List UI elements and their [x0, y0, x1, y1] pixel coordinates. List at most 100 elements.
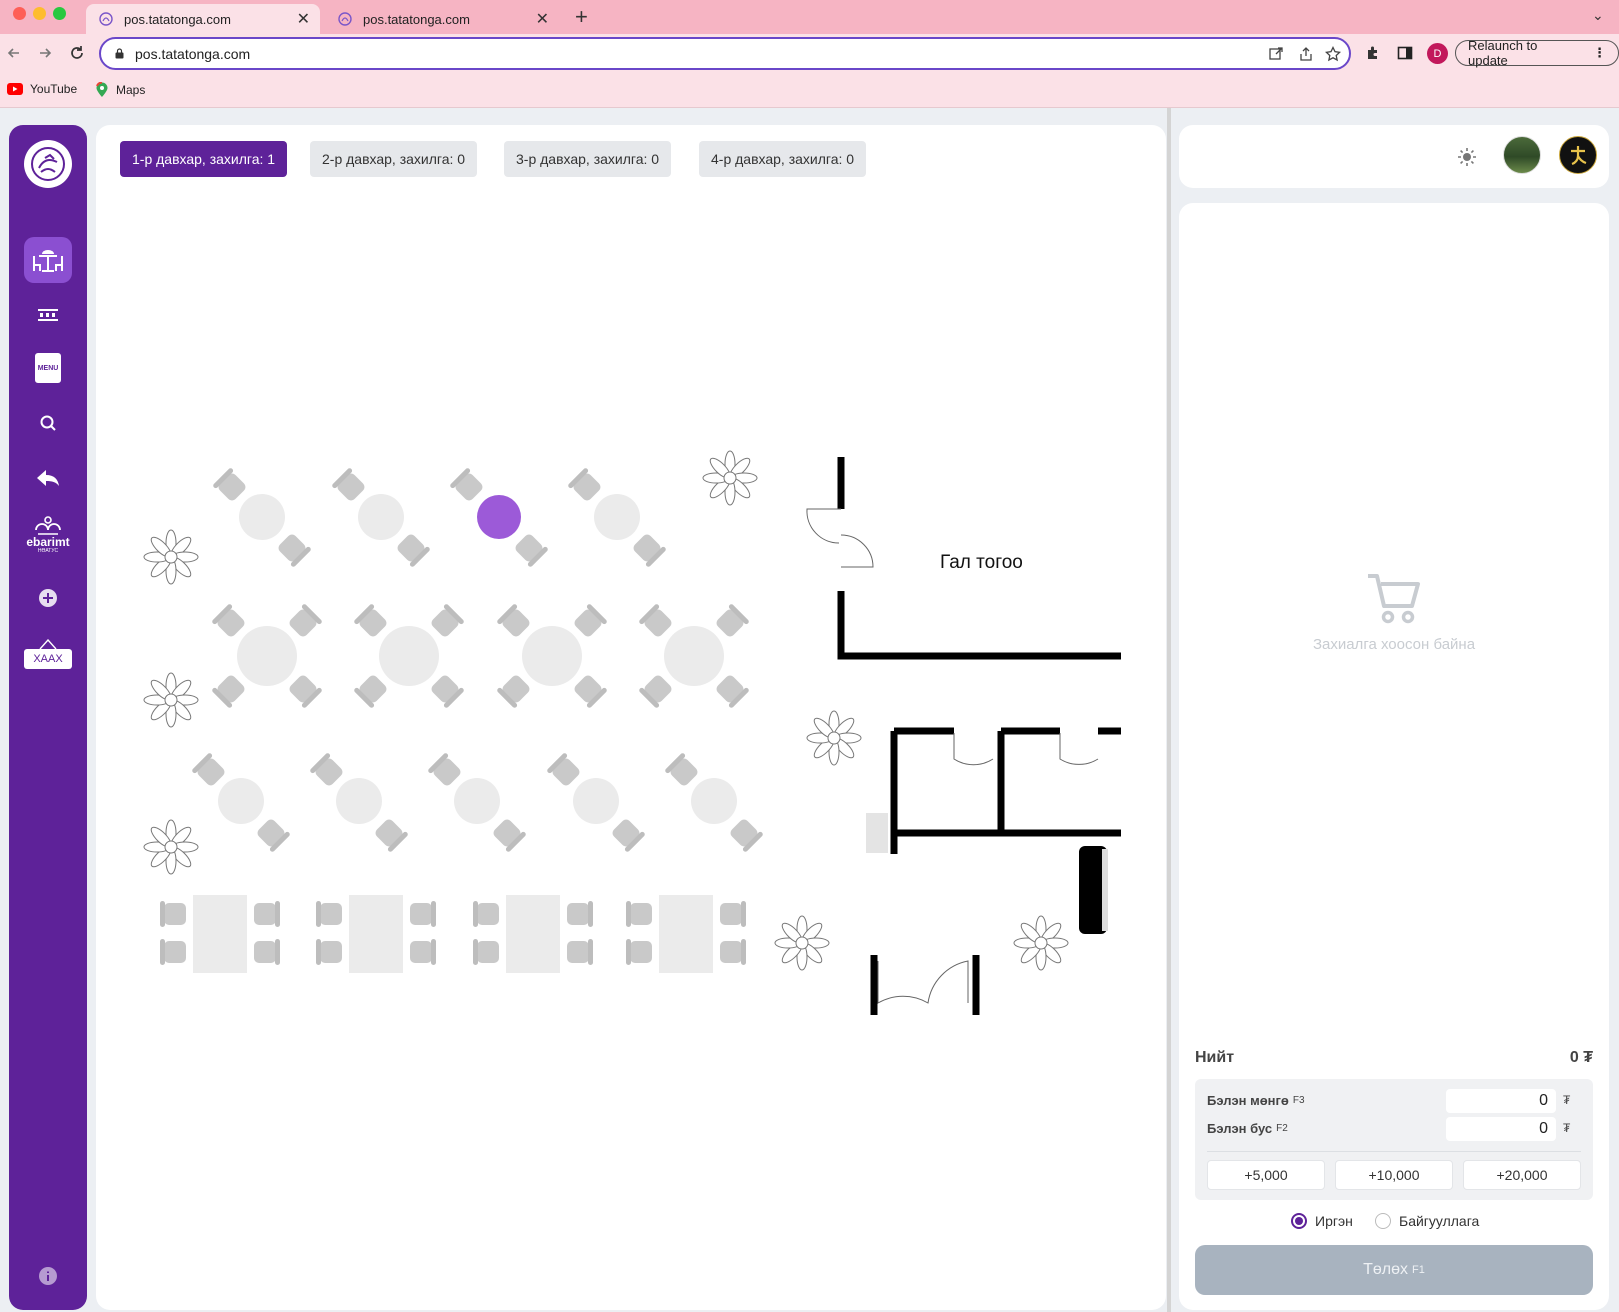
table-14[interactable] [160, 895, 280, 973]
more-menu-icon[interactable]: ⋮ [1593, 45, 1606, 61]
user-avatar[interactable] [1503, 136, 1541, 174]
chair [211, 672, 248, 709]
bookmark-youtube[interactable]: YouTube [7, 82, 77, 96]
profile-avatar[interactable]: D [1427, 43, 1448, 64]
chair [372, 816, 409, 853]
quick-add-20000-button[interactable]: +20,000 [1463, 1160, 1581, 1190]
panel-divider[interactable] [1167, 108, 1171, 1312]
minimize-window-button[interactable] [33, 7, 46, 20]
table-4[interactable] [567, 467, 667, 568]
top-bar [1179, 125, 1609, 188]
ebarimt-icon [35, 515, 61, 535]
table-6[interactable] [353, 603, 465, 709]
chair [427, 752, 464, 789]
maximize-window-button[interactable] [53, 7, 66, 20]
browser-tab-2[interactable]: pos.tatatonga.com ✕ [325, 4, 559, 34]
total-row: Нийт 0 ₮ [1195, 1049, 1593, 1067]
table-2[interactable] [331, 467, 431, 568]
cash-input[interactable]: 0 [1446, 1089, 1556, 1113]
plant-icon [774, 915, 830, 971]
quick-add-5000-button[interactable]: +5,000 [1207, 1160, 1325, 1190]
side-panel-icon[interactable] [1397, 45, 1413, 61]
relaunch-to-update-button[interactable]: Relaunch to update ⋮ [1455, 38, 1619, 68]
table-10[interactable] [309, 752, 409, 853]
table-9[interactable] [191, 752, 291, 853]
reply-icon [37, 470, 59, 486]
forward-icon[interactable] [37, 45, 53, 61]
sidebar-item-menu[interactable]: MENU [24, 345, 72, 391]
close-window-button[interactable] [13, 7, 26, 20]
table-3[interactable] [449, 467, 549, 568]
sidebar-item-close-shift[interactable]: ХААХ [24, 629, 72, 679]
chair [191, 752, 228, 789]
tab-list-chevron-icon[interactable]: ⌄ [1592, 7, 1604, 24]
chair [630, 531, 667, 568]
tables-layer [160, 467, 764, 973]
closed-sign-board: ХААХ [24, 649, 72, 669]
radio-organization[interactable] [1375, 1213, 1391, 1229]
chair [567, 467, 604, 504]
table-16[interactable] [473, 895, 593, 973]
logo-icon [31, 147, 65, 181]
chair [720, 939, 746, 965]
sidebar-item-tables[interactable] [24, 237, 72, 283]
chair [353, 672, 390, 709]
table-12[interactable] [546, 752, 646, 853]
pay-label: Төлөх [1363, 1261, 1409, 1278]
extensions-icon[interactable] [1365, 45, 1381, 61]
brand-logo-icon[interactable] [1559, 136, 1597, 174]
open-in-app-icon[interactable] [1269, 47, 1283, 61]
radio-individual[interactable] [1291, 1213, 1307, 1229]
browser-tab-1[interactable]: pos.tatatonga.com ✕ [86, 4, 320, 34]
floor-plan-canvas: Гал тогоо [143, 450, 1121, 1015]
reload-icon[interactable] [69, 45, 85, 61]
table-13[interactable] [664, 752, 764, 853]
app-sidebar: MENU ebarimt НӨАТУС ХААХ [9, 125, 87, 1310]
close-tab-icon[interactable]: ✕ [536, 9, 549, 29]
chair [275, 531, 312, 568]
table-8[interactable] [638, 603, 750, 709]
plus-icon [39, 589, 57, 607]
closed-sign-icon [39, 639, 57, 649]
chair [394, 531, 431, 568]
back-icon[interactable] [6, 45, 22, 61]
sidebar-item-return[interactable] [24, 455, 72, 501]
bookmark-maps[interactable]: Maps [95, 82, 145, 98]
new-tab-icon[interactable]: + [575, 4, 588, 30]
table-5[interactable] [211, 603, 323, 709]
radio-organization-label: Байгууллага [1399, 1213, 1480, 1229]
share-icon[interactable] [1299, 47, 1313, 61]
table-11[interactable] [427, 752, 527, 853]
lock-icon [115, 48, 124, 59]
cash-label: Бэлэн мөнгө [1207, 1093, 1289, 1108]
customer-type-individual[interactable]: Иргэн [1291, 1213, 1353, 1229]
plant-icon [143, 529, 199, 585]
sidebar-item-add[interactable] [24, 575, 72, 621]
table-15[interactable] [316, 895, 436, 973]
close-tab-icon[interactable]: ✕ [297, 9, 310, 29]
chair [626, 939, 652, 965]
sidebar-item-search[interactable] [24, 400, 72, 446]
ebarimt-label: ebarimt [26, 534, 70, 549]
bookmark-star-icon[interactable] [1325, 46, 1341, 62]
chair [546, 752, 583, 789]
noncash-input[interactable]: 0 [1446, 1117, 1556, 1141]
chair [720, 901, 746, 927]
pay-button[interactable]: Төлөх F1 [1195, 1245, 1593, 1295]
quick-add-10000-button[interactable]: +10,000 [1335, 1160, 1453, 1190]
chair [638, 672, 675, 709]
chair [449, 467, 486, 504]
table-17[interactable] [626, 895, 746, 973]
plant-icon [1013, 915, 1069, 971]
sun-icon[interactable] [1457, 147, 1477, 167]
sidebar-item-orders[interactable] [24, 292, 72, 338]
table-7[interactable] [496, 603, 608, 709]
site-favicon-icon [99, 12, 113, 26]
sidebar-item-info[interactable] [24, 1253, 72, 1299]
customer-type-organization[interactable]: Байгууллага [1375, 1213, 1479, 1229]
app-logo[interactable] [24, 140, 72, 188]
table-1[interactable] [212, 467, 312, 568]
sidebar-item-ebarimt[interactable]: ebarimt НӨАТУС [24, 505, 72, 565]
chair [160, 939, 186, 965]
address-bar[interactable]: pos.tatatonga.com [99, 37, 1351, 70]
